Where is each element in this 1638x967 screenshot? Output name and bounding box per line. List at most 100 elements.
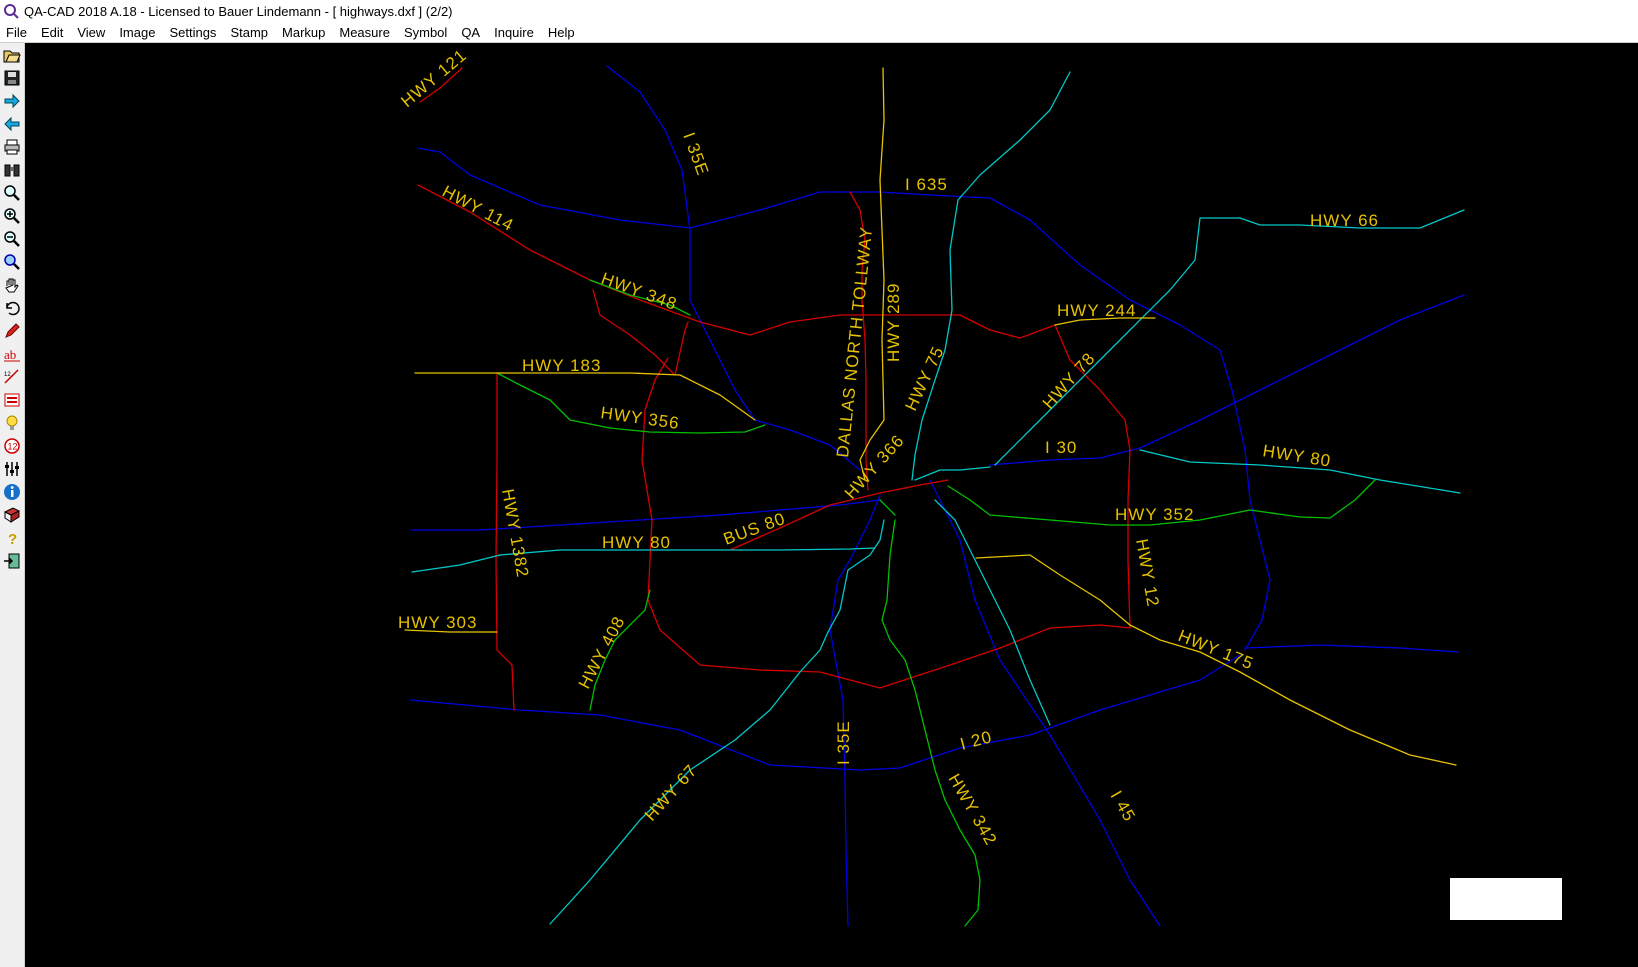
back-button[interactable] bbox=[2, 114, 22, 134]
save-icon bbox=[4, 70, 20, 86]
stamp-button[interactable] bbox=[2, 390, 22, 410]
layers-icon bbox=[5, 462, 19, 476]
pan-button[interactable] bbox=[2, 275, 22, 295]
label-hwy67: HWY 67 bbox=[641, 761, 701, 825]
label-i35e-north: I 35E bbox=[679, 130, 712, 179]
label-dallas-north-tollway: DALLAS NORTH TOLLWAY bbox=[833, 225, 876, 458]
pan-hand-icon bbox=[5, 278, 19, 293]
markup-pen-button[interactable] bbox=[2, 321, 22, 341]
binoculars-icon bbox=[4, 164, 20, 177]
bulb-icon bbox=[6, 415, 18, 430]
menu-markup[interactable]: Markup bbox=[275, 25, 332, 40]
title-bar: QA-CAD 2018 A.18 - Licensed to Bauer Lin… bbox=[0, 0, 1638, 22]
menu-bar: File Edit View Image Settings Stamp Mark… bbox=[0, 22, 1638, 43]
help-button[interactable]: ? bbox=[2, 528, 22, 548]
label-hwy289: HWY 289 bbox=[884, 283, 903, 362]
print-button[interactable] bbox=[2, 137, 22, 157]
side-toolbar: ab 12 12 ? bbox=[0, 43, 25, 967]
idea-button[interactable] bbox=[2, 413, 22, 433]
help-icon: ? bbox=[8, 531, 17, 547]
menu-inquire[interactable]: Inquire bbox=[487, 25, 541, 40]
label-bus80: BUS 80 bbox=[721, 509, 788, 549]
zoom-in-icon bbox=[4, 208, 20, 224]
drawing-canvas[interactable]: HWY 121 I 35E HWY 114 I 635 HWY 66 HWY 3… bbox=[25, 43, 1638, 967]
road-east-blue bbox=[1244, 644, 1459, 653]
road-cyan-core bbox=[914, 466, 991, 481]
label-i20: I 20 bbox=[958, 727, 994, 754]
text-button[interactable]: ab bbox=[2, 344, 22, 364]
road-green-core bbox=[879, 499, 896, 516]
app-logo-icon bbox=[4, 4, 19, 19]
zoom-window-icon bbox=[4, 254, 20, 270]
menu-measure[interactable]: Measure bbox=[332, 25, 397, 40]
road-hwy75 bbox=[911, 71, 1071, 481]
label-hwy80-west: HWY 80 bbox=[602, 533, 671, 552]
zoom-in-button[interactable] bbox=[2, 206, 22, 226]
svg-text:ab: ab bbox=[4, 347, 16, 362]
label-hwy244: HWY 244 bbox=[1057, 301, 1136, 320]
dimension-button[interactable]: 12 bbox=[2, 367, 22, 387]
road-hwy114 bbox=[417, 184, 1056, 339]
label-i30: I 30 bbox=[1045, 438, 1077, 457]
save-button[interactable] bbox=[2, 68, 22, 88]
exit-icon bbox=[4, 553, 20, 569]
label-i635: I 635 bbox=[905, 175, 948, 194]
overview-panel[interactable] bbox=[1450, 878, 1562, 920]
label-hwy66: HWY 66 bbox=[1310, 211, 1379, 230]
dimension-icon: 12 bbox=[4, 369, 19, 384]
label-hwy348: HWY 348 bbox=[599, 269, 680, 314]
menu-settings[interactable]: Settings bbox=[162, 25, 223, 40]
info-icon bbox=[4, 484, 20, 500]
menu-help[interactable]: Help bbox=[541, 25, 582, 40]
manual-button[interactable] bbox=[2, 505, 22, 525]
open-button[interactable] bbox=[2, 45, 22, 65]
menu-view[interactable]: View bbox=[70, 25, 112, 40]
label-hwy12: HWY 12 bbox=[1132, 537, 1163, 608]
road-hwy66 bbox=[994, 209, 1465, 466]
label-hwy75: HWY 75 bbox=[901, 343, 947, 414]
undo-button[interactable] bbox=[2, 298, 22, 318]
number-button[interactable]: 12 bbox=[2, 436, 22, 456]
label-i45: I 45 bbox=[1107, 788, 1140, 826]
undo-icon bbox=[6, 301, 20, 316]
road-hwy183 bbox=[414, 372, 756, 421]
exit-button[interactable] bbox=[2, 551, 22, 571]
menu-image[interactable]: Image bbox=[112, 25, 162, 40]
text-icon: ab bbox=[4, 347, 20, 362]
menu-file[interactable]: File bbox=[0, 25, 34, 40]
svg-text:12: 12 bbox=[4, 372, 11, 378]
stamp-icon bbox=[4, 393, 20, 407]
road-i20 bbox=[409, 654, 1241, 771]
info-button[interactable] bbox=[2, 482, 22, 502]
layers-button[interactable] bbox=[2, 459, 22, 479]
find-button[interactable] bbox=[2, 160, 22, 180]
label-hwy175: HWY 175 bbox=[1176, 626, 1257, 673]
window-title: QA-CAD 2018 A.18 - Licensed to Bauer Lin… bbox=[24, 3, 453, 19]
book-icon bbox=[3, 507, 21, 523]
zoom-out-button[interactable] bbox=[2, 229, 22, 249]
menu-stamp[interactable]: Stamp bbox=[223, 25, 275, 40]
zoom-button[interactable] bbox=[2, 183, 22, 203]
pen-icon bbox=[5, 323, 20, 338]
label-hwy408: HWY 408 bbox=[575, 613, 629, 692]
road-cyan-southeast bbox=[934, 499, 1051, 726]
svg-text:?: ? bbox=[8, 531, 17, 547]
label-hwy303: HWY 303 bbox=[398, 613, 477, 632]
road-hwy342 bbox=[881, 519, 981, 927]
label-hwy352: HWY 352 bbox=[1115, 505, 1194, 524]
number-icon: 12 bbox=[4, 438, 20, 454]
menu-edit[interactable]: Edit bbox=[34, 25, 70, 40]
open-icon bbox=[3, 50, 21, 63]
label-hwy1382: HWY 1382 bbox=[498, 487, 532, 579]
svg-text:12: 12 bbox=[8, 442, 18, 452]
zoom-window-button[interactable] bbox=[2, 252, 22, 272]
print-icon bbox=[4, 139, 20, 155]
zoom-icon bbox=[4, 185, 20, 201]
road-i35e-south bbox=[829, 494, 881, 927]
forward-icon bbox=[4, 93, 20, 109]
highway-map: HWY 121 I 35E HWY 114 I 635 HWY 66 HWY 3… bbox=[397, 45, 1465, 927]
back-icon bbox=[4, 116, 20, 132]
forward-button[interactable] bbox=[2, 91, 22, 111]
menu-qa[interactable]: QA bbox=[454, 25, 487, 40]
menu-symbol[interactable]: Symbol bbox=[397, 25, 454, 40]
